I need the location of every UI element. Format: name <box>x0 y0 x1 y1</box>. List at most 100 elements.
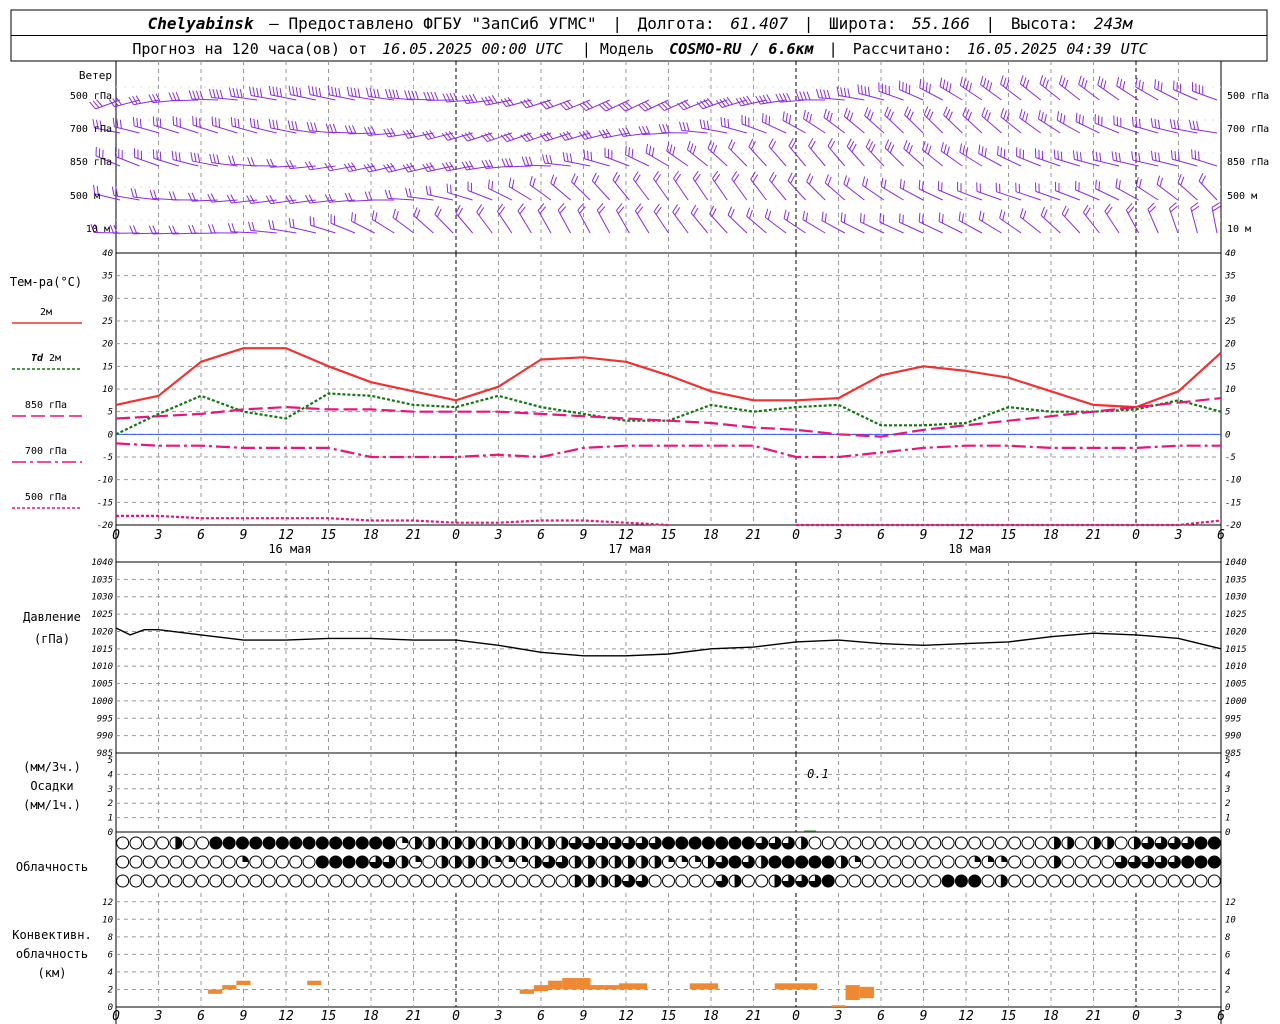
wind-barb-feather <box>549 155 553 165</box>
wind-barb <box>114 147 140 167</box>
cloud-cell <box>222 836 236 850</box>
wind-barb-feather <box>209 153 213 163</box>
wind-barb-staff <box>1147 208 1159 234</box>
cloud-fill-full <box>1195 837 1208 849</box>
cloud-fill-full <box>942 875 955 887</box>
wind-barb <box>768 138 787 167</box>
wind-barb-staff <box>769 179 787 201</box>
wind-barb-feather <box>928 111 934 121</box>
wind-barb-feather <box>985 80 990 90</box>
cloud-circle <box>156 855 170 869</box>
cloud-cell <box>941 836 955 850</box>
cloud-cell <box>715 836 729 850</box>
wind-barb-feather <box>350 87 354 97</box>
wind-barb <box>921 141 944 167</box>
wind-barb-feather <box>259 88 263 98</box>
cloud-cell <box>608 855 622 869</box>
cloud-cell <box>1074 874 1088 888</box>
wind-barb-feather <box>921 181 924 191</box>
wind-barb-feather <box>208 88 213 98</box>
wind-barb-feather <box>128 96 135 105</box>
cloud-circle <box>235 874 249 888</box>
wind-barb-feather <box>904 106 909 116</box>
wind-barb-feather <box>906 142 911 152</box>
wind-barb <box>815 88 845 101</box>
wind-barb-staff <box>290 226 317 234</box>
cloud-circle <box>502 874 516 888</box>
wind-barb-feather <box>980 75 984 85</box>
wind-barb-feather <box>132 225 138 234</box>
wind-barb-feather <box>810 140 816 150</box>
cloud-circle <box>875 874 889 888</box>
cloud-cell <box>848 874 862 888</box>
wind-barb-feather <box>230 194 236 203</box>
wind-barb-feather <box>764 208 769 218</box>
cloud-fill-full <box>276 837 289 849</box>
cloud-cell <box>595 855 609 869</box>
wind-barb-feather <box>112 117 115 127</box>
ytick-right-prec: 0 <box>1225 828 1230 838</box>
wind-barb-staff <box>1095 188 1120 201</box>
wind-barb-feather <box>457 207 463 217</box>
legend-700-label: 700 гПа <box>25 446 67 457</box>
cloud-cell <box>222 874 236 888</box>
wind-barb-staff <box>153 157 179 167</box>
precip-unit-1h: (мм/1ч.) <box>23 798 81 812</box>
cloud-circle <box>289 855 303 869</box>
wind-barb-feather <box>1194 150 1197 160</box>
wind-barb-feather <box>790 140 797 150</box>
cloud-circle <box>289 874 303 888</box>
wind-barb-feather <box>1000 75 1004 85</box>
ytick-left-conv: 10 <box>102 915 113 925</box>
cloud-circle <box>648 874 662 888</box>
cloud-fill-part <box>455 837 462 849</box>
wind-barb-feather <box>251 222 255 231</box>
xtick-label: 15 <box>661 528 677 543</box>
wind-barb-feather <box>385 88 389 98</box>
cloud-cell <box>595 874 609 888</box>
wind-barb-feather <box>887 141 892 151</box>
cloud-cell <box>169 855 183 869</box>
wind-barb <box>1019 208 1042 234</box>
cloud-fill-part <box>495 837 502 849</box>
wind-barb-feather <box>272 119 275 129</box>
wind-barb-feather <box>472 93 478 103</box>
wind-barb-feather <box>363 127 369 136</box>
wind-barb-feather <box>152 116 155 126</box>
wind-barb-feather <box>946 146 950 156</box>
cloud-fill-part <box>988 856 995 862</box>
cloud-cell <box>1088 874 1102 888</box>
wind-barb <box>957 181 983 201</box>
wind-barb-feather <box>288 218 292 228</box>
cloud-cell <box>369 836 383 850</box>
wind-barb-staff <box>371 218 395 234</box>
cloud-cell <box>821 874 835 888</box>
conv-unit: (км) <box>38 966 67 980</box>
wind-barb-feather <box>1154 118 1157 128</box>
wind-barb <box>152 116 179 134</box>
wind-barb <box>1055 181 1081 201</box>
wind-barb <box>959 76 983 101</box>
cloud-fill-part <box>575 856 582 868</box>
cloud-cell <box>582 874 596 888</box>
wind-barb-feather <box>648 145 652 155</box>
wind-barb-feather <box>906 108 912 118</box>
cloud-cell <box>728 855 742 869</box>
cloud-circle <box>329 874 343 888</box>
precip-title: Осадки <box>30 779 73 793</box>
cloud-fill-full <box>702 837 715 849</box>
wind-barb-feather <box>405 187 409 197</box>
wind-barb <box>1125 202 1140 234</box>
cloud-cell <box>235 836 249 850</box>
cloud-cell <box>289 874 303 888</box>
wind-barb <box>1097 76 1120 101</box>
cloud-cell <box>768 836 782 850</box>
cloud-circle <box>1088 874 1102 888</box>
wind-barb-feather <box>782 111 785 121</box>
wind-barb-feather <box>478 207 485 216</box>
cloud-circle <box>901 855 915 869</box>
wind-barb-feather <box>348 192 353 202</box>
cloud-cell <box>1008 874 1022 888</box>
wind-barb-feather <box>383 128 389 138</box>
wind-barb-feather <box>766 94 772 103</box>
